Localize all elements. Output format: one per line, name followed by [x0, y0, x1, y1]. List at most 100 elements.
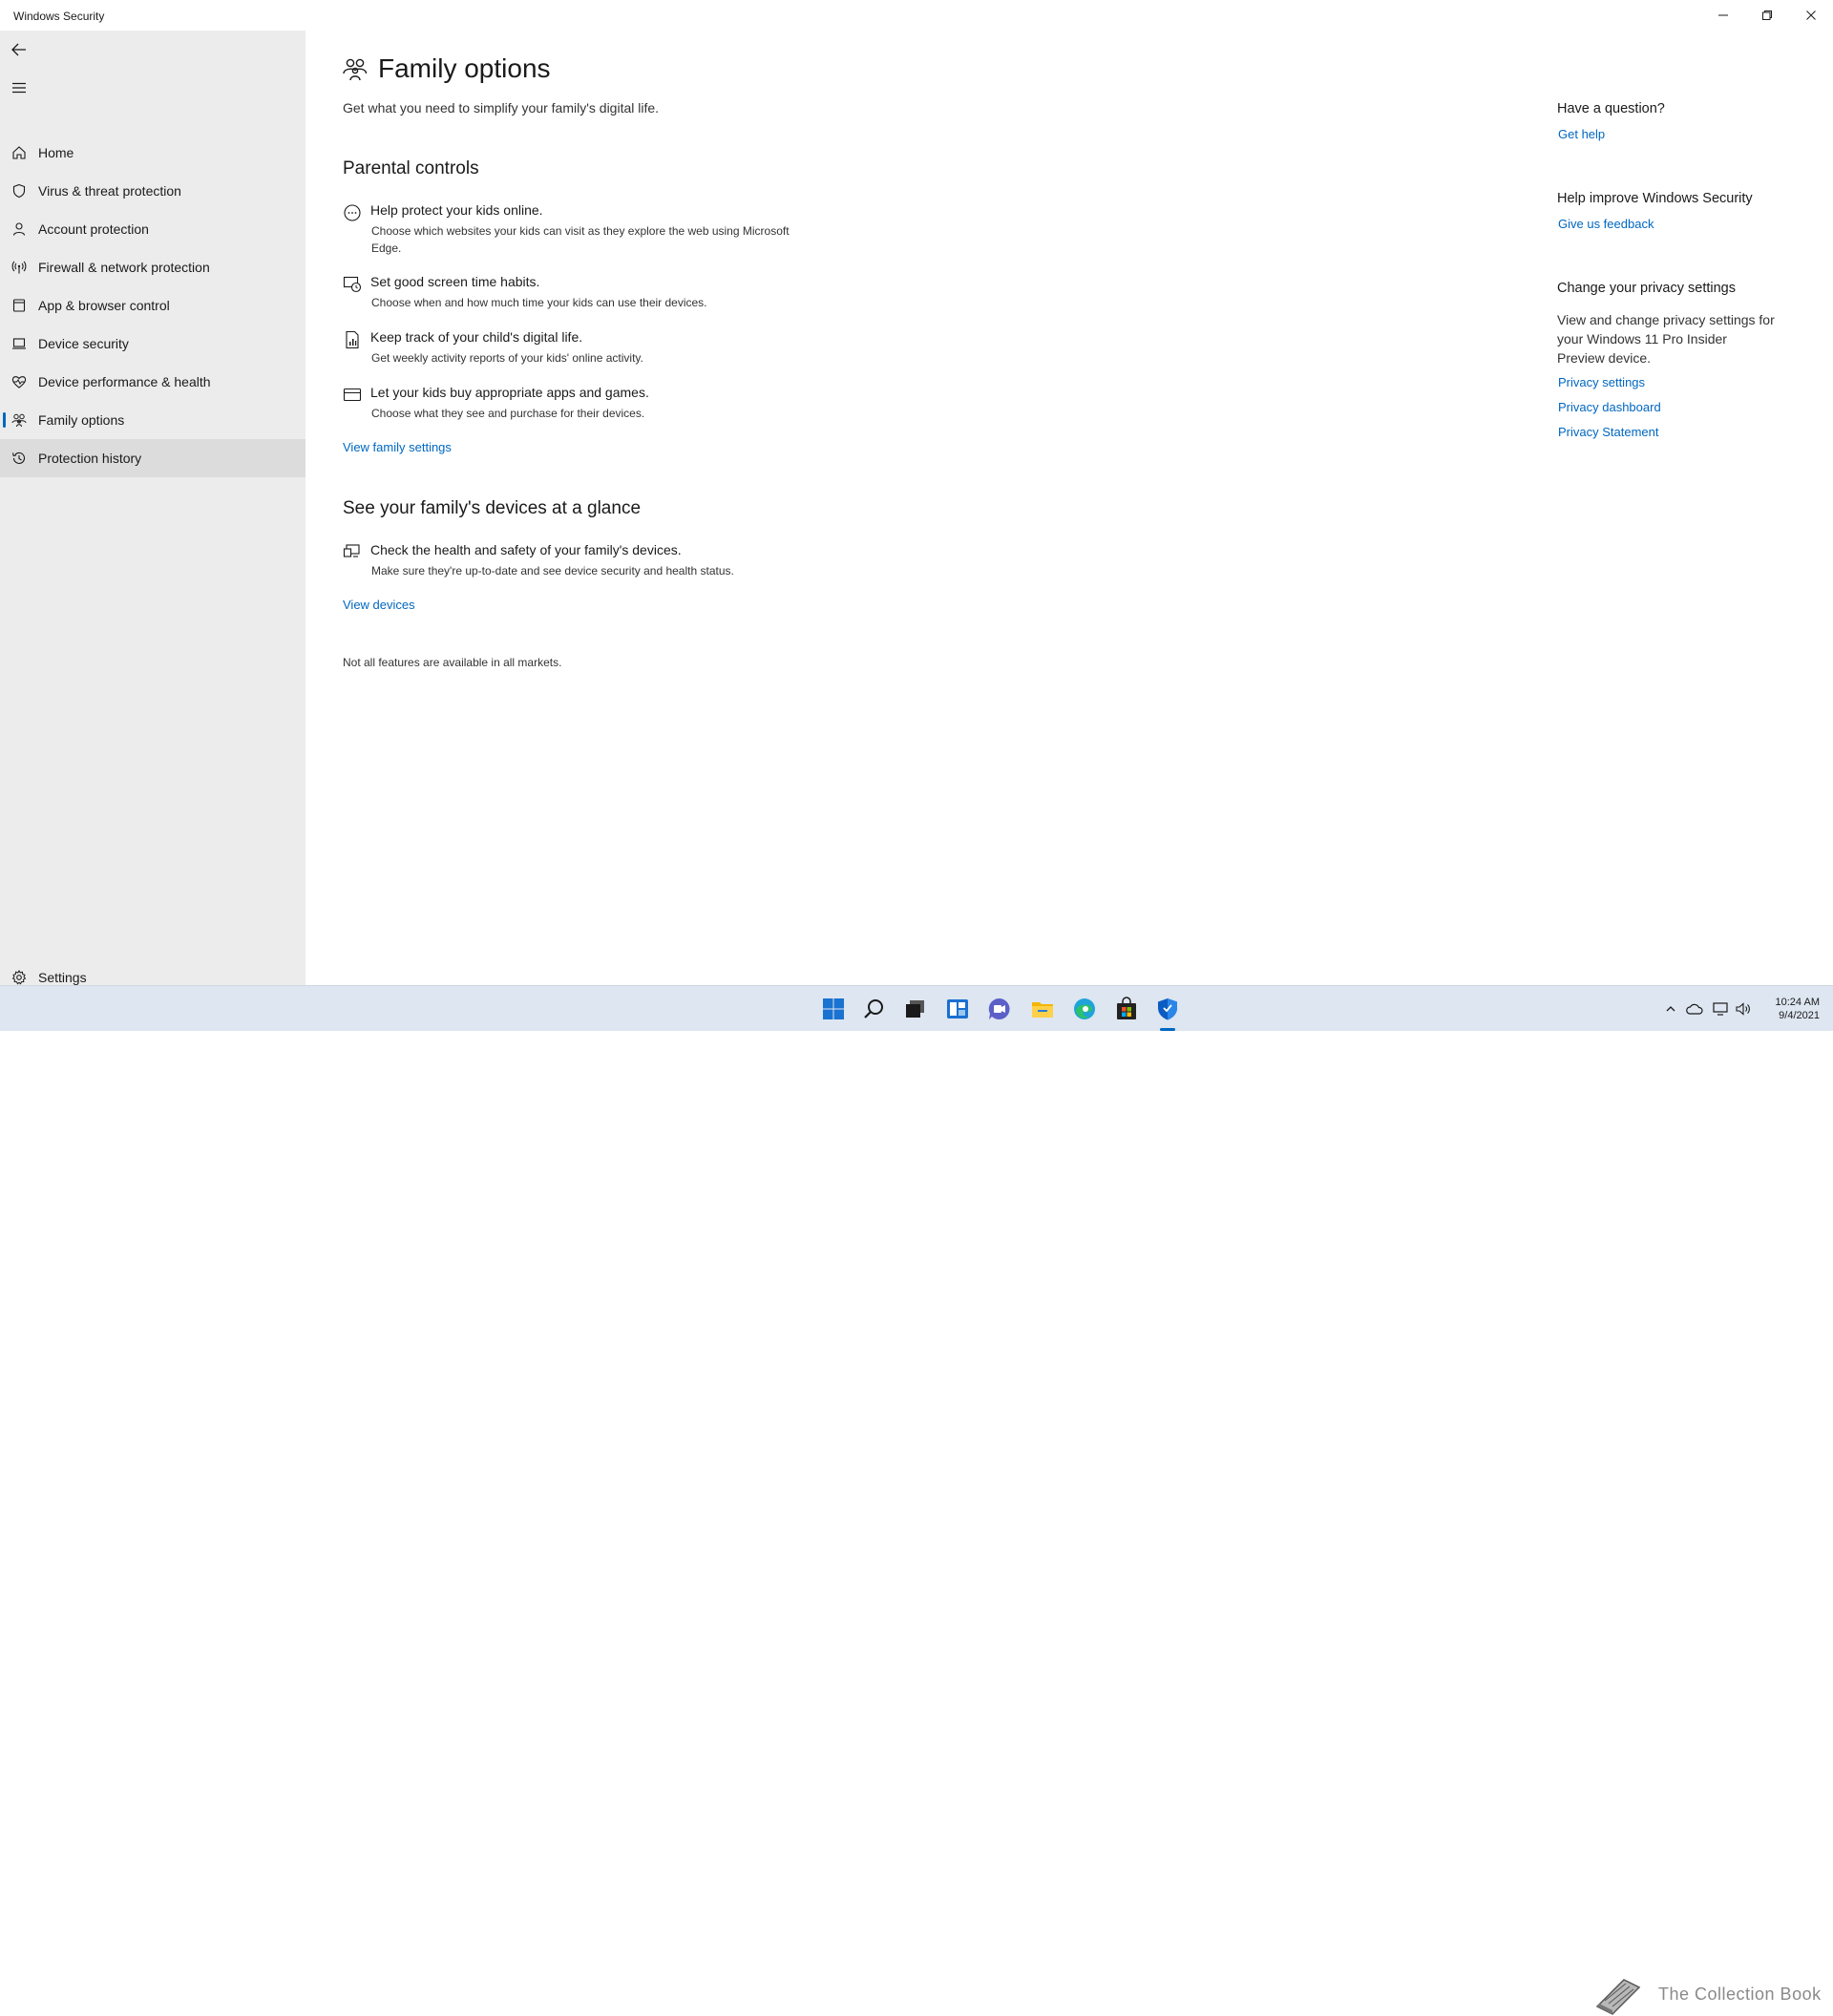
gear-icon — [11, 970, 27, 985]
privacy-settings-heading: Change your privacy settings — [1557, 281, 1736, 296]
page-title: Family options — [378, 53, 551, 83]
sidebar-item-label: Home — [38, 145, 74, 160]
taskbar: The Collection Book 10:24 AM 9/4/2021 — [0, 985, 1833, 2015]
sidebar-item-device-security[interactable]: Device security — [0, 325, 306, 363]
back-button[interactable] — [8, 38, 31, 61]
close-button[interactable] — [1789, 0, 1833, 31]
edge-button[interactable] — [1069, 994, 1100, 1024]
privacy-statement-link[interactable]: Privacy Statement — [1558, 425, 1659, 439]
app-window-icon — [11, 298, 27, 313]
windows-security-taskbar-button[interactable] — [1152, 994, 1183, 1024]
system-tray[interactable] — [1665, 1001, 1751, 1017]
search-icon — [864, 999, 883, 1018]
sidebar-item-label: App & browser control — [38, 298, 170, 313]
widgets-button[interactable] — [942, 994, 973, 1024]
sidebar-item-label: Account protection — [38, 221, 149, 237]
privacy-description: View and change privacy settings for you… — [1557, 312, 1775, 366]
give-feedback-link[interactable]: Give us feedback — [1558, 217, 1654, 231]
sidebar-item-label: Settings — [38, 970, 87, 985]
privacy-dashboard-link[interactable]: Privacy dashboard — [1558, 400, 1661, 414]
chat-icon — [988, 998, 1010, 1019]
taskbar-search-button[interactable] — [859, 994, 890, 1024]
edge-icon — [1074, 998, 1095, 1019]
feature-title: Set good screen time habits. — [370, 274, 540, 289]
clock-date: 9/4/2021 — [1779, 1010, 1820, 1021]
feature-title: Check the health and safety of your fami… — [370, 542, 682, 557]
sidebar-item-protection-history[interactable]: Protection history — [0, 439, 306, 477]
sidebar-item-account-protection[interactable]: Account protection — [0, 210, 306, 248]
feature-description: Choose which websites your kids can visi… — [371, 224, 790, 255]
parental-controls-heading: Parental controls — [343, 158, 479, 178]
view-devices-link[interactable]: View devices — [343, 598, 415, 612]
menu-button[interactable] — [8, 76, 31, 99]
credit-card-icon — [343, 388, 362, 402]
close-icon — [1806, 10, 1816, 20]
title-bar: Windows Security — [0, 0, 1833, 31]
sidebar-item-label: Device performance & health — [38, 374, 211, 389]
window-title: Windows Security — [13, 10, 105, 23]
privacy-settings-link[interactable]: Privacy settings — [1558, 375, 1645, 389]
antenna-icon — [11, 260, 27, 275]
person-icon — [11, 221, 27, 237]
have-a-question-heading: Have a question? — [1557, 101, 1665, 116]
page-subtitle: Get what you need to simplify your famil… — [343, 100, 660, 116]
feature-description: Make sure they're up-to-date and see dev… — [371, 564, 734, 578]
sidebar-item-label: Family options — [38, 412, 125, 428]
watermark-text: The Collection Book — [1658, 1984, 1822, 2004]
restore-button[interactable] — [1745, 0, 1789, 31]
sidebar-item-label: Virus & threat protection — [38, 183, 181, 199]
onedrive-cloud-icon — [1686, 1003, 1703, 1015]
feature-title: Keep track of your child's digital life. — [370, 329, 583, 345]
taskbar-clock[interactable]: 10:24 AM 9/4/2021 — [1776, 996, 1820, 1022]
task-view-icon — [906, 1000, 924, 1018]
family-icon — [11, 412, 27, 428]
chat-button[interactable] — [984, 994, 1015, 1024]
windows-security-icon — [1158, 998, 1177, 1020]
help-improve-heading: Help improve Windows Security — [1557, 191, 1753, 206]
sidebar-item-label: Firewall & network protection — [38, 260, 210, 275]
sidebar-item-firewall-network-protection[interactable]: Firewall & network protection — [0, 248, 306, 286]
sidebar-item-app-browser-control[interactable]: App & browser control — [0, 286, 306, 325]
microsoft-store-button[interactable] — [1111, 994, 1142, 1024]
sidebar-item-label: Protection history — [38, 451, 142, 466]
hamburger-icon — [12, 82, 26, 94]
page-header: Family options — [342, 53, 551, 84]
sidebar-item-device-performance-health[interactable]: Device performance & health — [0, 363, 306, 401]
web-restriction-icon — [344, 204, 361, 221]
store-icon — [1117, 997, 1136, 1019]
watermark: The Collection Book — [1591, 1972, 1822, 2016]
clock-time: 10:24 AM — [1775, 997, 1820, 1008]
family-devices-heading: See your family's devices at a glance — [343, 498, 642, 518]
view-family-settings-link[interactable]: View family settings — [343, 440, 452, 454]
windows-security-window: Windows Security Home Virus & threat pro… — [0, 0, 1833, 985]
minimize-button[interactable] — [1701, 0, 1745, 31]
sidebar-item-virus-threat-protection[interactable]: Virus & threat protection — [0, 172, 306, 210]
sidebar-item-home[interactable]: Home — [0, 134, 306, 172]
report-icon — [346, 330, 359, 349]
task-view-button[interactable] — [900, 994, 931, 1024]
volume-icon — [1736, 1002, 1750, 1016]
sidebar-nav: Home Virus & threat protection Account p… — [0, 134, 306, 477]
family-icon — [343, 58, 368, 81]
feature-description: Get weekly activity reports of your kids… — [371, 351, 643, 365]
sidebar-item-family-options[interactable]: Family options — [0, 401, 306, 439]
shield-icon — [11, 183, 27, 199]
devices-icon — [343, 544, 360, 557]
heart-pulse-icon — [11, 374, 27, 389]
start-button[interactable] — [818, 994, 849, 1024]
chevron-up-icon — [1666, 1006, 1675, 1012]
history-icon — [11, 451, 27, 466]
laptop-icon — [11, 336, 27, 351]
home-icon — [11, 145, 27, 160]
start-icon — [823, 998, 844, 1019]
file-explorer-button[interactable] — [1027, 994, 1058, 1024]
feature-title: Help protect your kids online. — [370, 202, 543, 218]
screen-time-icon — [343, 276, 362, 293]
book-icon — [1595, 1979, 1641, 2015]
sidebar: Home Virus & threat protection Account p… — [0, 31, 306, 985]
file-explorer-icon — [1032, 1002, 1053, 1018]
feature-description: Choose when and how much time your kids … — [371, 296, 707, 309]
get-help-link[interactable]: Get help — [1558, 127, 1605, 141]
network-icon — [1713, 1002, 1728, 1016]
feature-description: Choose what they see and purchase for th… — [371, 407, 645, 420]
